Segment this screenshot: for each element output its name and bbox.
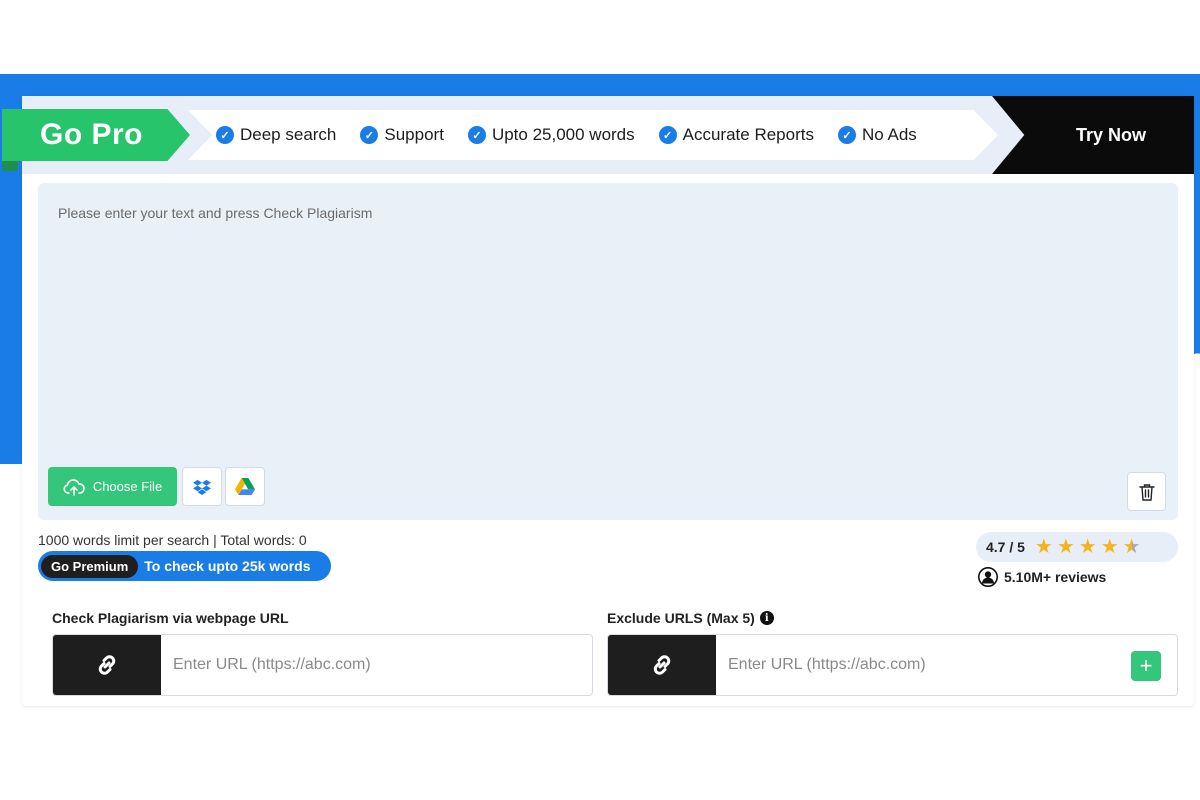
page: Go Pro ✓ Deep search ✓ Support ✓ Upto 25,00… <box>0 0 1200 800</box>
text-editor: Choose File <box>38 183 1178 520</box>
star-icon: ★ <box>1100 536 1119 558</box>
star-icon: ★ <box>1078 536 1097 558</box>
feature-label: Support <box>384 125 444 144</box>
google-drive-button[interactable] <box>225 467 265 506</box>
trash-icon <box>1138 483 1155 501</box>
star-icon: ★ <box>1034 536 1053 558</box>
feature-item: ✓ Support <box>360 125 444 145</box>
clear-text-button[interactable] <box>1127 472 1166 511</box>
reviews-count: 5.10M+ reviews <box>978 567 1106 587</box>
check-icon: ✓ <box>216 126 234 144</box>
link-icon <box>98 655 116 675</box>
check-icon: ✓ <box>360 126 379 144</box>
cloud-upload-icon <box>63 478 85 496</box>
add-url-button[interactable]: + <box>1131 651 1161 681</box>
word-limit-text: 1000 words limit per search | Total word… <box>38 532 307 548</box>
link-icon <box>653 655 671 675</box>
google-drive-icon <box>235 478 255 495</box>
link-icon-box <box>53 635 161 695</box>
link-icon-box <box>608 635 716 695</box>
reviews-text: 5.10M+ reviews <box>1004 569 1107 585</box>
go-premium-banner[interactable]: Go Premium To check upto 25k words <box>38 551 331 581</box>
info-icon[interactable]: i <box>759 611 774 625</box>
try-now-label: Try Now <box>1075 124 1146 145</box>
plus-icon: + <box>1139 653 1153 678</box>
promo-banner: Go Pro ✓ Deep search ✓ Support ✓ Upto 25,00… <box>0 96 1194 174</box>
go-pro-badge[interactable]: Go Pro <box>2 109 190 161</box>
feature-item: ✓ Upto 25,000 words <box>467 125 635 145</box>
go-premium-text: To check upto 25k words <box>144 558 311 574</box>
exclude-url-input[interactable] <box>716 635 1177 695</box>
go-pro-ribbon-fold <box>2 161 18 171</box>
url-check-input[interactable] <box>161 635 592 695</box>
dropbox-button[interactable] <box>182 467 222 506</box>
dropbox-icon <box>193 479 211 495</box>
feature-label: Deep search <box>240 125 337 144</box>
url-check-label-text: Check Plagiarism via webpage URL <box>52 610 289 626</box>
feature-item: ✓ No Ads <box>837 125 917 145</box>
half-star-icon: ★ <box>1122 536 1141 558</box>
feature-label: Accurate Reports <box>682 125 814 144</box>
feature-item: ✓ Accurate Reports <box>658 125 814 145</box>
user-icon <box>978 567 998 587</box>
exclude-urls-label-text: Exclude URLS (Max 5) <box>607 610 755 626</box>
check-icon: ✓ <box>658 126 677 144</box>
text-input[interactable] <box>38 183 1178 453</box>
rating-badge: 4.7 / 5 ★ ★ ★ ★ ★ <box>976 532 1178 562</box>
feature-list: ✓ Deep search ✓ Support ✓ Upto 25,000 words… <box>188 110 998 160</box>
exclude-urls-field: + <box>607 634 1178 696</box>
exclude-urls-label: Exclude URLS (Max 5) i <box>607 610 774 626</box>
go-premium-tag: Go Premium <box>41 554 139 578</box>
rating-value: 4.7 / 5 <box>986 539 1025 555</box>
star-icon: ★ <box>1056 536 1075 558</box>
check-icon: ✓ <box>467 126 486 144</box>
feature-item: ✓ Deep search <box>216 125 336 145</box>
go-pro-label: Go Pro <box>40 118 144 151</box>
choose-file-button[interactable]: Choose File <box>48 467 177 506</box>
choose-file-label: Choose File <box>92 479 163 494</box>
url-check-label: Check Plagiarism via webpage URL <box>52 610 289 626</box>
check-icon: ✓ <box>837 126 856 144</box>
feature-label: Upto 25,000 words <box>491 125 635 144</box>
feature-label: No Ads <box>861 125 917 144</box>
url-check-field <box>52 634 593 696</box>
